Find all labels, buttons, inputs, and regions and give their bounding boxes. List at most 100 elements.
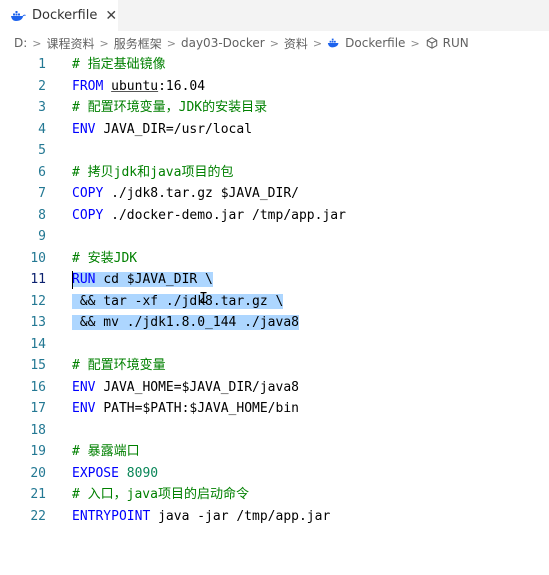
text-caret <box>72 271 73 289</box>
code-text: RUN cd $JAVA_DIR \ <box>72 269 213 291</box>
code-line[interactable]: 6 # 拷贝jdk和java项目的包 <box>0 162 549 184</box>
code-token: FROM <box>72 78 112 94</box>
tab-dockerfile[interactable]: Dockerfile ✕ <box>0 0 118 31</box>
breadcrumb-separator: > <box>312 36 323 50</box>
line-number: 7 <box>38 186 46 201</box>
line-number: 8 <box>38 207 46 223</box>
code-line[interactable]: 7 COPY ./jdk8.tar.gz $JAVA_DIR/ <box>0 183 549 205</box>
line-number: 18 <box>30 422 46 438</box>
breadcrumb-item-materials[interactable]: 资料 <box>284 35 308 52</box>
code-token: COPY <box>72 207 112 223</box>
code-line[interactable]: 21 # 入口，java项目的启动命令 <box>0 484 549 506</box>
tab-title: Dockerfile <box>32 8 98 23</box>
line-number: 10 <box>30 250 46 266</box>
code-line[interactable]: 3 # 配置环境变量，JDK的安装目录 <box>0 97 549 119</box>
code-token: && tar -xf ./jdk8.tar.gz \ <box>72 293 284 309</box>
line-number: 14 <box>30 336 46 352</box>
code-text: && mv ./jdk1.8.0_144 ./java8 <box>72 312 299 334</box>
code-text: ENV JAVA_DIR=/usr/local <box>72 119 252 141</box>
breadcrumb-separator: > <box>32 36 42 50</box>
code-line[interactable]: 12 && tar -xf ./jdk8.tar.gz \ <box>0 291 549 313</box>
code-line[interactable]: 22 ENTRYPOINT java -jar /tmp/app.jar <box>0 506 549 528</box>
line-number: 11 <box>30 272 46 287</box>
code-line[interactable]: 18 <box>0 420 549 442</box>
code-line[interactable]: 1 # 指定基础镜像 <box>0 54 549 76</box>
code-token: # 指定基础镜像 <box>72 57 166 72</box>
code-token: JAVA_HOME=$JAVA_DIR/java8 <box>103 379 299 395</box>
breadcrumb-item-run[interactable]: RUN <box>443 36 469 50</box>
line-number: 5 <box>38 143 46 158</box>
code-editor[interactable]: 1 # 指定基础镜像 2 FROM ubuntu:16.04 3 # 配置环境变量，JDK… <box>0 54 549 534</box>
line-number: 21 <box>30 487 46 502</box>
line-number: 13 <box>30 315 46 330</box>
code-line[interactable]: 19 # 暴露端口 <box>0 441 549 463</box>
line-number: 17 <box>30 401 46 416</box>
code-token: && mv ./jdk1.8.0_144 ./java8 <box>72 315 299 330</box>
code-token: ./jdk8.tar.gz $JAVA_DIR/ <box>111 186 299 201</box>
code-token: JAVA_DIR=/usr/local <box>103 121 253 137</box>
code-text: EXPOSE 8090 <box>72 463 158 485</box>
breadcrumb-item-course[interactable]: 课程资料 <box>47 35 95 52</box>
code-token: ENTRYPOINT <box>72 508 159 524</box>
mouse-ibeam-cursor: I <box>199 289 209 307</box>
breadcrumb-separator: > <box>269 36 279 50</box>
code-token: ubuntu <box>111 78 159 94</box>
code-token: # 拷贝jdk和java项目的包 <box>72 164 234 180</box>
code-token: ./docker-demo.jar /tmp/app.jar <box>111 207 346 223</box>
docker-icon <box>328 38 339 48</box>
line-number: 22 <box>30 508 46 524</box>
code-token: java -jar /tmp/app.jar <box>158 508 331 524</box>
line-number: 20 <box>30 465 46 481</box>
breadcrumb-item-framework[interactable]: 服务框架 <box>114 35 162 52</box>
code-text: COPY ./docker-demo.jar /tmp/app.jar <box>72 205 346 227</box>
breadcrumb-item-day03[interactable]: day03-Docker <box>181 36 265 50</box>
code-line[interactable]: 2 FROM ubuntu:16.04 <box>0 76 549 98</box>
code-line[interactable]: 13 && mv ./jdk1.8.0_144 ./java8 <box>0 312 549 334</box>
code-text: # 入口，java项目的启动命令 <box>72 484 249 506</box>
code-line[interactable]: 11 RUN cd $JAVA_DIR \ <box>0 269 549 291</box>
code-text: && tar -xf ./jdk8.tar.gz \ <box>72 291 284 313</box>
breadcrumb-separator: > <box>410 36 420 50</box>
close-icon[interactable]: ✕ <box>105 9 117 23</box>
code-token: EXPOSE <box>72 465 127 481</box>
code-text: # 拷贝jdk和java项目的包 <box>72 162 233 184</box>
code-line[interactable]: 10 # 安装JDK <box>0 248 549 270</box>
docker-icon <box>11 10 26 21</box>
line-number: 1 <box>38 57 46 72</box>
code-token: 8090 <box>126 465 159 481</box>
code-line[interactable]: 5 <box>0 140 549 162</box>
code-token: # 配置环境变量，JDK的安装目录 <box>72 100 268 115</box>
code-text: COPY ./jdk8.tar.gz $JAVA_DIR/ <box>72 183 299 205</box>
code-line[interactable]: 15 # 配置环境变量 <box>0 355 549 377</box>
code-text: ENV PATH=$PATH:$JAVA_HOME/bin <box>72 398 299 420</box>
breadcrumb: D: > 课程资料 > 服务框架 > day03-Docker > 资料 > D… <box>0 33 549 53</box>
code-token: RUN <box>72 272 104 287</box>
code-text: # 安装JDK <box>72 248 137 270</box>
code-token: ENV <box>72 379 104 395</box>
code-line[interactable]: 17 ENV PATH=$PATH:$JAVA_HOME/bin <box>0 398 549 420</box>
line-number: 4 <box>38 121 46 137</box>
line-number: 2 <box>38 78 46 94</box>
code-token: PATH=$PATH:$JAVA_HOME/bin <box>103 401 299 416</box>
code-line[interactable]: 14 <box>0 334 549 356</box>
breadcrumb-item-dockerfile[interactable]: Dockerfile <box>345 36 405 50</box>
cube-icon <box>426 37 437 49</box>
code-text: ENTRYPOINT java -jar /tmp/app.jar <box>72 506 330 528</box>
breadcrumb-item-drive[interactable]: D: <box>14 36 27 50</box>
code-line[interactable]: 8 COPY ./docker-demo.jar /tmp/app.jar <box>0 205 549 227</box>
code-text: # 配置环境变量 <box>72 355 166 377</box>
code-line[interactable]: 16 ENV JAVA_HOME=$JAVA_DIR/java8 <box>0 377 549 399</box>
code-line[interactable]: 20 EXPOSE 8090 <box>0 463 549 485</box>
line-number: 9 <box>38 229 46 244</box>
code-token: :16.04 <box>158 78 206 94</box>
code-token: ENV <box>72 121 104 137</box>
breadcrumb-separator: > <box>166 36 176 50</box>
tab-bar: Dockerfile ✕ <box>0 0 549 31</box>
breadcrumb-separator: > <box>99 36 109 50</box>
code-token: COPY <box>72 186 112 201</box>
code-token: # 暴露端口 <box>72 444 140 459</box>
code-token: # 安装JDK <box>72 250 138 266</box>
code-token: ENV <box>72 401 104 416</box>
code-line[interactable]: 4 ENV JAVA_DIR=/usr/local <box>0 119 549 141</box>
code-line[interactable]: 9 <box>0 226 549 248</box>
